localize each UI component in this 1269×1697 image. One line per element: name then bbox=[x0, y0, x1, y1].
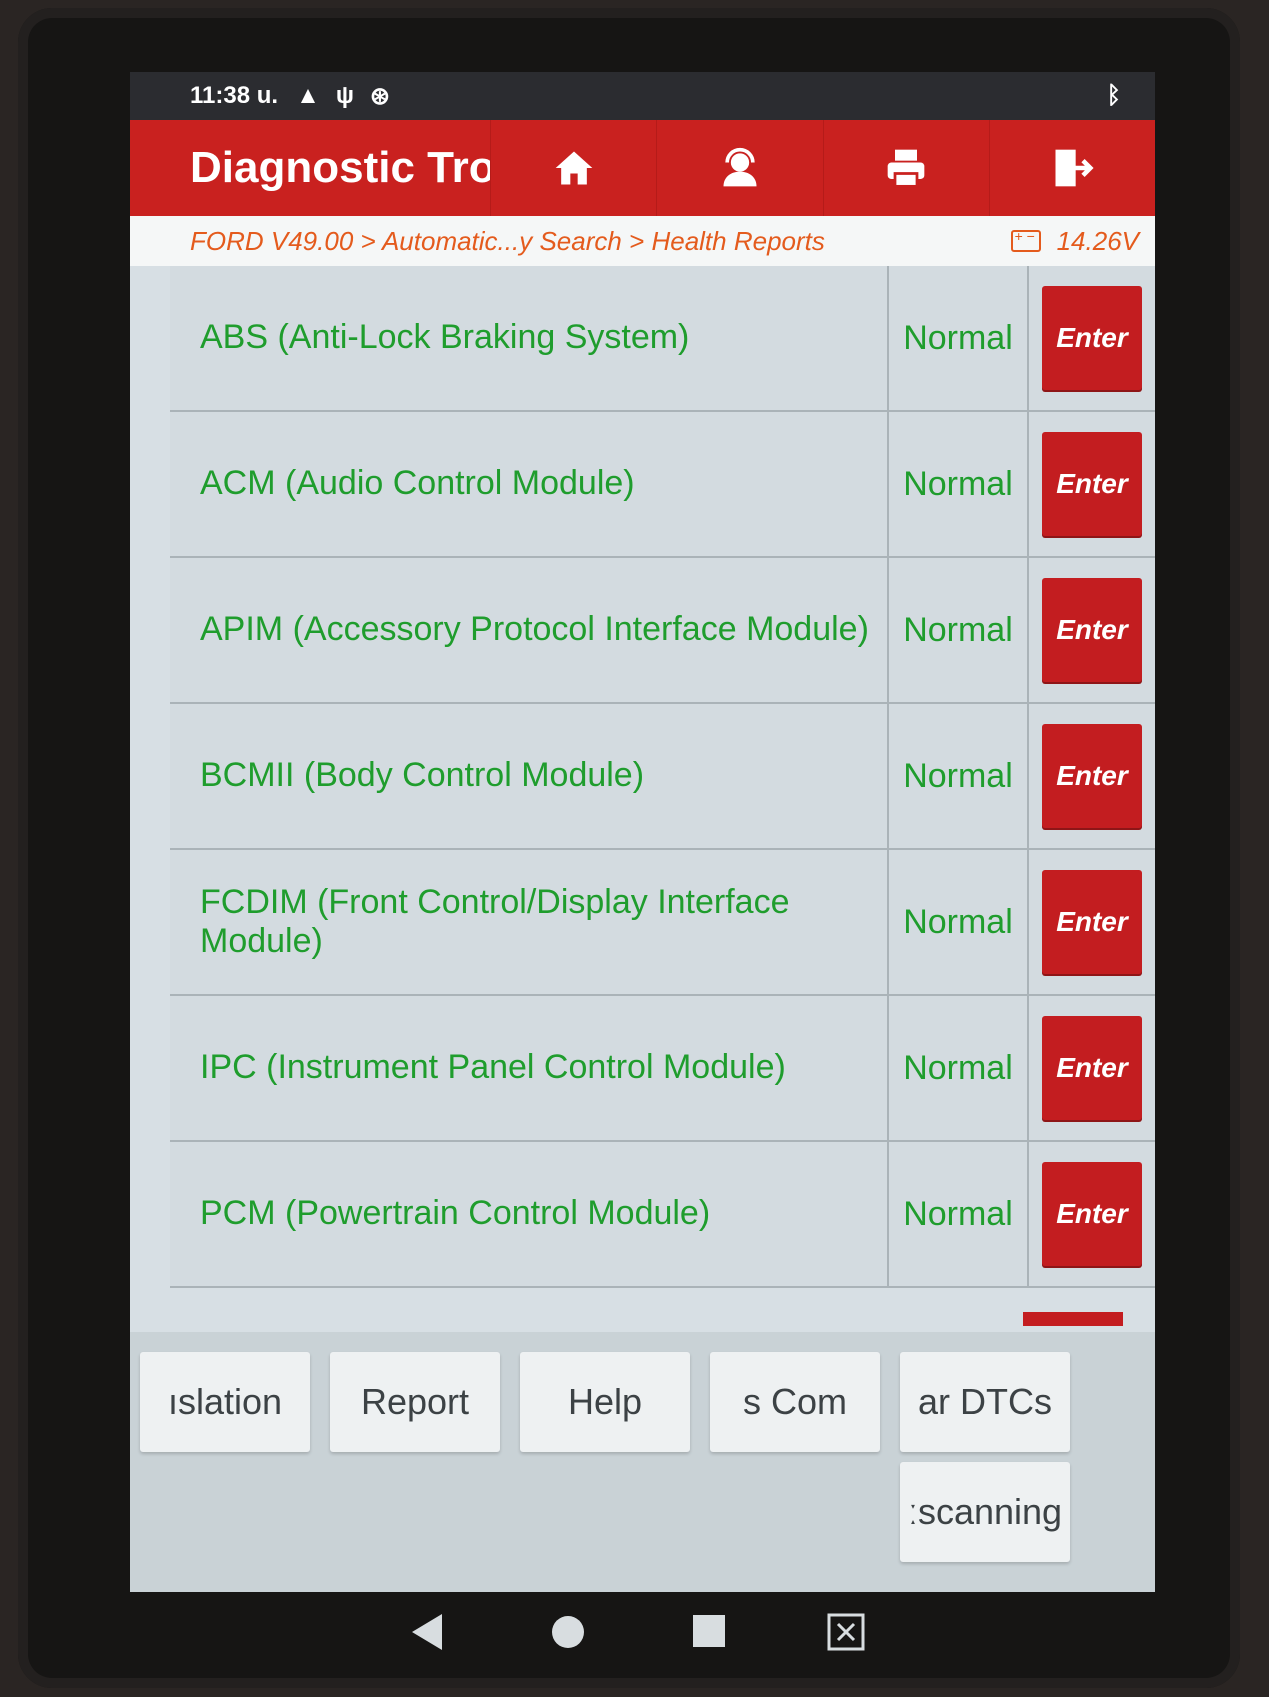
components-button[interactable]: s Com bbox=[710, 1352, 880, 1452]
voltage-readout: 14.26V bbox=[1056, 225, 1139, 256]
enter-button[interactable]: Enter bbox=[1042, 870, 1142, 974]
enter-button[interactable]: Enter bbox=[1042, 724, 1142, 828]
usb-debug-icon: ψ bbox=[335, 82, 354, 109]
support-button[interactable] bbox=[656, 120, 822, 216]
table-row: ACM (Audio Control Module) Normal Enter bbox=[170, 412, 1155, 558]
enter-button-partial[interactable] bbox=[1023, 1312, 1123, 1326]
back-icon[interactable] bbox=[410, 1612, 444, 1652]
breadcrumb: FORD V49.00 > Automatic...y Search > Hea… bbox=[130, 216, 1155, 266]
home-button[interactable] bbox=[490, 120, 656, 216]
translation-button[interactable]: ıslation bbox=[140, 1352, 310, 1452]
app-header: Diagnostic Tro bbox=[130, 120, 1155, 216]
module-name: APIM (Accessory Protocol Interface Modul… bbox=[170, 558, 889, 702]
home-icon bbox=[555, 151, 592, 185]
rescanning-button[interactable]: ːscanning bbox=[900, 1462, 1070, 1562]
module-table: ABS (Anti-Lock Braking System) Normal En… bbox=[170, 266, 1155, 1288]
print-icon bbox=[887, 149, 925, 188]
table-row: IPC (Instrument Panel Control Module) No… bbox=[170, 996, 1155, 1142]
module-status: Normal bbox=[889, 266, 1029, 410]
support-icon bbox=[723, 147, 757, 187]
table-row: ABS (Anti-Lock Braking System) Normal En… bbox=[170, 266, 1155, 412]
table-row: PCM (Powertrain Control Module) Normal E… bbox=[170, 1142, 1155, 1288]
bluetooth-icon: ᛒ bbox=[1106, 82, 1121, 109]
report-button[interactable]: Report bbox=[330, 1352, 500, 1452]
home-nav-icon[interactable] bbox=[548, 1612, 588, 1652]
module-status: Normal bbox=[889, 850, 1029, 994]
enter-button[interactable]: Enter bbox=[1042, 286, 1142, 390]
settings-icon: ⊛ bbox=[369, 82, 391, 110]
table-row: BCMII (Body Control Module) Normal Enter bbox=[170, 704, 1155, 850]
enter-button[interactable]: Enter bbox=[1042, 432, 1142, 536]
exit-icon bbox=[1055, 149, 1094, 187]
recent-apps-icon[interactable] bbox=[690, 1612, 728, 1650]
status-time: 11:38 u. bbox=[190, 82, 279, 109]
screen: 11:38 u. ▲ ψ ⊛ ᛒ Diagnostic Tro FORD V49… bbox=[130, 72, 1155, 1592]
module-name: BCMII (Body Control Module) bbox=[170, 704, 889, 848]
module-status: Normal bbox=[889, 558, 1029, 702]
table-row: FCDIM (Front Control/Display Interface M… bbox=[170, 850, 1155, 996]
footer-toolbar: ıslation Report Help s Com ar DTCs ːscan… bbox=[130, 1332, 1155, 1592]
module-name: ACM (Audio Control Module) bbox=[170, 412, 889, 556]
enter-button[interactable]: Enter bbox=[1042, 578, 1142, 682]
module-name: PCM (Powertrain Control Module) bbox=[170, 1142, 889, 1286]
module-status: Normal bbox=[889, 1142, 1029, 1286]
exit-button[interactable] bbox=[988, 120, 1155, 216]
module-status: Normal bbox=[889, 996, 1029, 1140]
module-status: Normal bbox=[889, 704, 1029, 848]
module-name: IPC (Instrument Panel Control Module) bbox=[170, 996, 889, 1140]
help-button[interactable]: Help bbox=[520, 1352, 690, 1452]
android-nav-bar bbox=[0, 1592, 1269, 1682]
clear-dtcs-button[interactable]: ar DTCs bbox=[900, 1352, 1070, 1452]
warning-icon: ▲ bbox=[296, 82, 320, 109]
enter-button[interactable]: Enter bbox=[1042, 1162, 1142, 1266]
print-button[interactable] bbox=[822, 120, 989, 216]
app-title: Diagnostic Tro bbox=[190, 143, 490, 192]
table-row: APIM (Accessory Protocol Interface Modul… bbox=[170, 558, 1155, 704]
module-name: ABS (Anti-Lock Braking System) bbox=[170, 266, 889, 410]
breadcrumb-path: FORD V49.00 > Automatic...y Search > Hea… bbox=[190, 225, 825, 256]
battery-icon bbox=[1010, 228, 1041, 252]
module-status: Normal bbox=[889, 412, 1029, 556]
module-name: FCDIM (Front Control/Display Interface M… bbox=[170, 850, 889, 994]
status-bar: 11:38 u. ▲ ψ ⊛ ᛒ bbox=[130, 72, 1155, 120]
screenshot-icon[interactable] bbox=[826, 1612, 866, 1652]
enter-button[interactable]: Enter bbox=[1042, 1016, 1142, 1120]
